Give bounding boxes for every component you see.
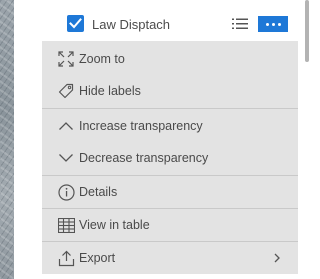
export-icon: [57, 249, 75, 267]
info-icon: [57, 183, 75, 201]
list-icon: [232, 18, 248, 29]
menu-item-hide-labels[interactable]: Hide labels: [42, 76, 298, 106]
map-background: [0, 0, 14, 279]
menu-item-increase-transparency[interactable]: Increase transparency: [42, 111, 298, 141]
chevron-right-icon: [272, 252, 282, 264]
menu-item-label: Hide labels: [79, 84, 141, 98]
checkmark-icon: [69, 18, 82, 29]
ellipsis-dot-icon: [277, 22, 281, 26]
menu-item-label: Export: [79, 251, 116, 265]
zoom-to-icon: [57, 50, 75, 68]
ellipsis-dot-icon: [265, 22, 269, 26]
chevron-up-icon: [57, 117, 75, 135]
layer-row[interactable]: Law Disptach: [14, 10, 300, 40]
menu-divider: [42, 108, 298, 109]
ellipsis-dot-icon: [271, 22, 275, 26]
menu-item-label: Decrease transparency: [79, 151, 209, 165]
menu-item-view-in-table[interactable]: View in table: [42, 210, 298, 240]
chevron-down-icon: [57, 149, 75, 167]
layer-options-menu: Zoom to Hide labels Increase transparenc…: [42, 41, 298, 274]
menu-divider: [42, 241, 298, 242]
menu-item-decrease-transparency[interactable]: Decrease transparency: [42, 143, 298, 173]
menu-divider: [42, 175, 298, 176]
menu-item-label: Details: [79, 185, 118, 199]
panel-scrollbar[interactable]: [300, 0, 314, 279]
menu-item-label: Increase transparency: [79, 119, 203, 133]
scrollbar-thumb[interactable]: [305, 0, 309, 62]
menu-item-label: View in table: [79, 218, 150, 232]
menu-item-details[interactable]: Details: [42, 177, 298, 207]
table-icon: [57, 216, 75, 234]
layer-name: Law Disptach: [92, 17, 171, 32]
menu-divider: [42, 208, 298, 209]
more-options-button[interactable]: [258, 16, 288, 32]
menu-item-export[interactable]: Export: [42, 243, 298, 273]
menu-item-label: Zoom to: [79, 52, 125, 66]
menu-item-zoom-to[interactable]: Zoom to: [42, 44, 298, 74]
label-tag-icon: [57, 82, 75, 100]
legend-toggle-button[interactable]: [232, 17, 248, 31]
layer-visibility-checkbox[interactable]: [67, 15, 84, 32]
